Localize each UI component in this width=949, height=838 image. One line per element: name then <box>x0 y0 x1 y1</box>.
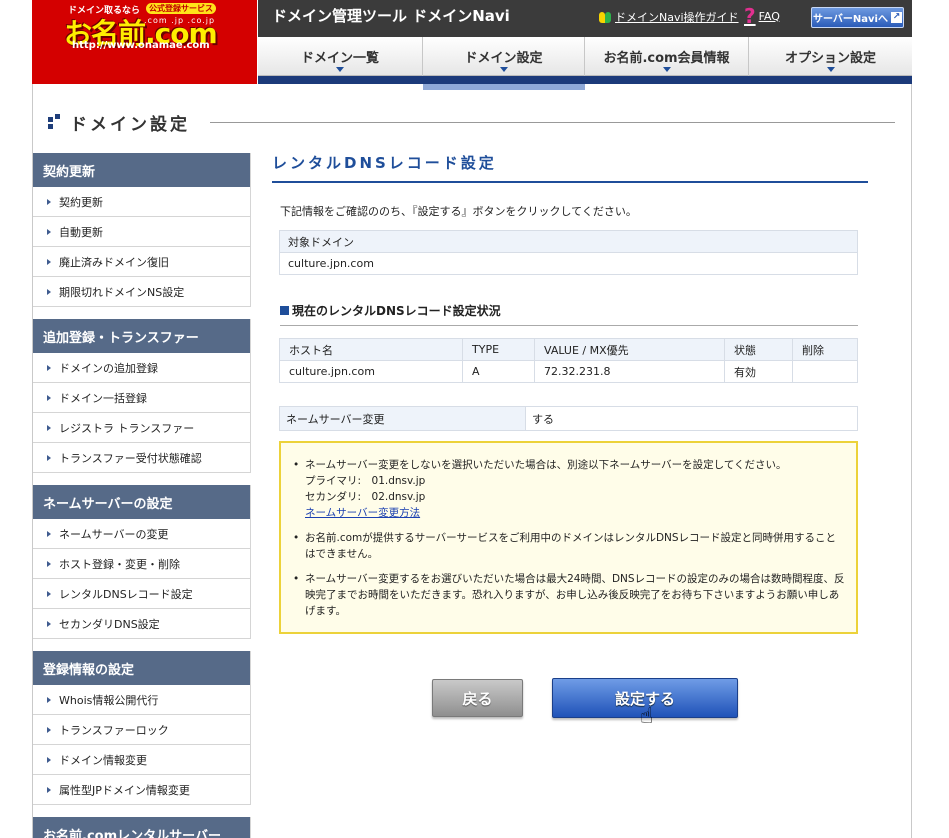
sidebar-item-transfer-status[interactable]: トランスファー受付状態確認 <box>33 443 250 473</box>
table-row: culture.jpn.com A 72.32.231.8 有効 <box>279 360 858 383</box>
sidebar-item-renewal[interactable]: 契約更新 <box>33 187 250 217</box>
sidebar-group-nameserver: ネームサーバーの設定 ネームサーバーの変更 ホスト登録・変更・削除 レンタルDN… <box>33 485 251 639</box>
column-header: VALUE / MX優先 <box>534 338 725 361</box>
square-bullet-icon <box>280 306 289 315</box>
squares-icon <box>46 113 64 132</box>
sidebar-item-auto-renewal[interactable]: 自動更新 <box>33 217 250 247</box>
tab-domain-settings[interactable]: ドメイン設定 <box>423 37 585 76</box>
column-header: 削除 <box>792 338 858 361</box>
page-heading: ドメイン設定 <box>46 110 190 135</box>
hand-cursor-icon: ☝ <box>640 704 654 729</box>
heading-divider <box>210 122 895 123</box>
cell-host: culture.jpn.com <box>279 360 463 383</box>
cell-value: 72.32.231.8 <box>534 360 725 383</box>
sidebar-item-bulk-register[interactable]: ドメイン一括登録 <box>33 383 250 413</box>
sidebar-item-jp-domain-info[interactable]: 属性型JPドメイン情報変更 <box>33 775 250 805</box>
chevron-down-icon <box>662 67 671 72</box>
tab-member-info[interactable]: お名前.com会員情報 <box>585 37 749 76</box>
dns-records-table: ホスト名 TYPE VALUE / MX優先 状態 削除 culture.jpn… <box>279 338 858 383</box>
page-frame-right <box>911 84 912 838</box>
sidebar-item-registrar-transfer[interactable]: レジストラ トランスファー <box>33 413 250 443</box>
tab-option-settings[interactable]: オプション設定 <box>749 37 912 76</box>
arrow-icon: ↗ <box>890 12 902 23</box>
tab-label: お名前.com会員情報 <box>603 51 730 66</box>
main-content: レンタルDNSレコード設定 下記情報をご確認ののち、『設定する』ボタンをクリック… <box>272 152 868 728</box>
logo-url: http://www.onamae.com <box>72 40 210 51</box>
column-header: 状態 <box>724 338 793 361</box>
guide-link[interactable]: ドメインNavi操作ガイド <box>598 9 739 25</box>
sidebar-item-host-register[interactable]: ホスト登録・変更・削除 <box>33 549 250 579</box>
ns-change-help-link[interactable]: ネームサーバー変更方法 <box>305 507 420 519</box>
faq-link[interactable]: ? FAQ <box>744 6 780 26</box>
ns-change-label: ネームサーバー変更 <box>279 406 526 431</box>
sidebar-item-restore[interactable]: 廃止済みドメイン復旧 <box>33 247 250 277</box>
notice-item: ネームサーバー変更をしないを選択いただいた場合は、別途以下ネームサーバーを設定し… <box>293 457 846 521</box>
sidebar-item-ns-change[interactable]: ネームサーバーの変更 <box>33 519 250 549</box>
sidebar-item-expired-ns[interactable]: 期限切れドメインNS設定 <box>33 277 250 307</box>
tab-label: ドメイン設定 <box>464 51 543 66</box>
target-domain-table: 対象ドメイン culture.jpn.com <box>279 230 858 275</box>
sidebar-group-registration: 登録情報の設定 Whois情報公開代行 トランスファーロック ドメイン情報変更 … <box>33 651 251 805</box>
sidebar-item-add-domain[interactable]: ドメインの追加登録 <box>33 353 250 383</box>
cell-status: 有効 <box>724 360 793 383</box>
section-title: レンタルDNSレコード設定 <box>272 152 868 183</box>
notice-item: ネームサーバー変更するをお選びいただいた場合は最大24時間、DNSレコードの設定… <box>293 571 846 619</box>
chevron-down-icon <box>499 67 508 72</box>
active-tab-indicator <box>423 84 585 90</box>
column-header: ホスト名 <box>279 338 463 361</box>
sidebar-item-whois[interactable]: Whois情報公開代行 <box>33 685 250 715</box>
cell-delete <box>792 360 858 383</box>
secondary-ns: セカンダリ: 02.dnsv.jp <box>305 491 426 503</box>
sidebar: 契約更新 契約更新 自動更新 廃止済みドメイン復旧 期限切れドメインNS設定 追… <box>33 153 251 838</box>
sidebar-item-transfer-lock[interactable]: トランスファーロック <box>33 715 250 745</box>
sidebar-group-rental-server: お名前.comレンタルサーバー <box>33 817 251 838</box>
target-domain-label: 対象ドメイン <box>279 230 858 253</box>
sidebar-group-transfer: 追加登録・トランスファー ドメインの追加登録 ドメイン一括登録 レジストラ トラ… <box>33 319 251 473</box>
intro-text: 下記情報をご確認ののち、『設定する』ボタンをクリックしてください。 <box>280 205 637 218</box>
cell-type: A <box>462 360 535 383</box>
sidebar-group-title: お名前.comレンタルサーバー <box>33 817 250 838</box>
notice-item: お名前.comが提供するサーバーサービスをご利用中のドメインはレンタルDNSレコ… <box>293 530 846 562</box>
main-nav: ドメイン一覧 ドメイン設定 お名前.com会員情報 オプション設定 <box>258 37 912 76</box>
ns-change-value: する <box>525 406 858 431</box>
onamae-logo[interactable]: ドメイン取るなら 公式登録サービス .com .jp .co.jp お名前.co… <box>32 0 257 84</box>
faq-link-label: FAQ <box>758 9 780 23</box>
page-title: ドメイン設定 <box>70 115 190 135</box>
sidebar-group-title: 登録情報の設定 <box>33 651 250 685</box>
sidebar-group-title: 追加登録・トランスファー <box>33 319 250 353</box>
tool-title: ドメイン管理ツール ドメインNavi <box>272 7 510 25</box>
tab-label: ドメイン一覧 <box>300 51 379 66</box>
guide-link-label: ドメインNavi操作ガイド <box>615 11 739 24</box>
server-navi-label: サーバーNaviへ <box>813 14 888 25</box>
primary-ns: プライマリ: 01.dnsv.jp <box>305 475 426 487</box>
back-button[interactable]: 戻る <box>432 679 523 717</box>
chevron-down-icon <box>336 67 344 72</box>
sidebar-item-secondary-dns[interactable]: セカンダリDNS設定 <box>33 609 250 639</box>
sidebar-group-renewal: 契約更新 契約更新 自動更新 廃止済みドメイン復旧 期限切れドメインNS設定 <box>33 153 251 307</box>
tab-label: オプション設定 <box>784 51 876 66</box>
notice-text: ネームサーバー変更をしないを選択いただいた場合は、別途以下ネームサーバーを設定し… <box>305 459 787 471</box>
top-header: ドメイン管理ツール ドメインNavi ドメインNavi操作ガイド ? FAQ サ… <box>258 0 912 37</box>
question-icon: ? <box>744 4 756 28</box>
nav-bottom-bar <box>258 76 912 84</box>
sidebar-group-title: 契約更新 <box>33 153 250 187</box>
server-navi-button[interactable]: サーバーNaviへ ↗ <box>811 7 904 28</box>
column-header: TYPE <box>462 338 535 361</box>
chevron-down-icon <box>826 67 835 72</box>
ns-change-table: ネームサーバー変更 する <box>279 406 858 431</box>
sidebar-group-title: ネームサーバーの設定 <box>33 485 250 519</box>
table-header-row: ホスト名 TYPE VALUE / MX優先 状態 削除 <box>279 338 858 361</box>
notice-box: ネームサーバー変更をしないを選択いただいた場合は、別途以下ネームサーバーを設定し… <box>279 441 858 634</box>
status-heading-text: 現在のレンタルDNSレコード設定状況 <box>292 304 501 318</box>
status-heading: 現在のレンタルDNSレコード設定状況 <box>280 302 858 326</box>
target-domain-value: culture.jpn.com <box>279 252 858 275</box>
sidebar-item-rental-dns[interactable]: レンタルDNSレコード設定 <box>33 579 250 609</box>
beginner-leaf-icon <box>598 10 612 24</box>
tab-domain-list[interactable]: ドメイン一覧 <box>258 37 423 76</box>
sidebar-item-domain-info[interactable]: ドメイン情報変更 <box>33 745 250 775</box>
